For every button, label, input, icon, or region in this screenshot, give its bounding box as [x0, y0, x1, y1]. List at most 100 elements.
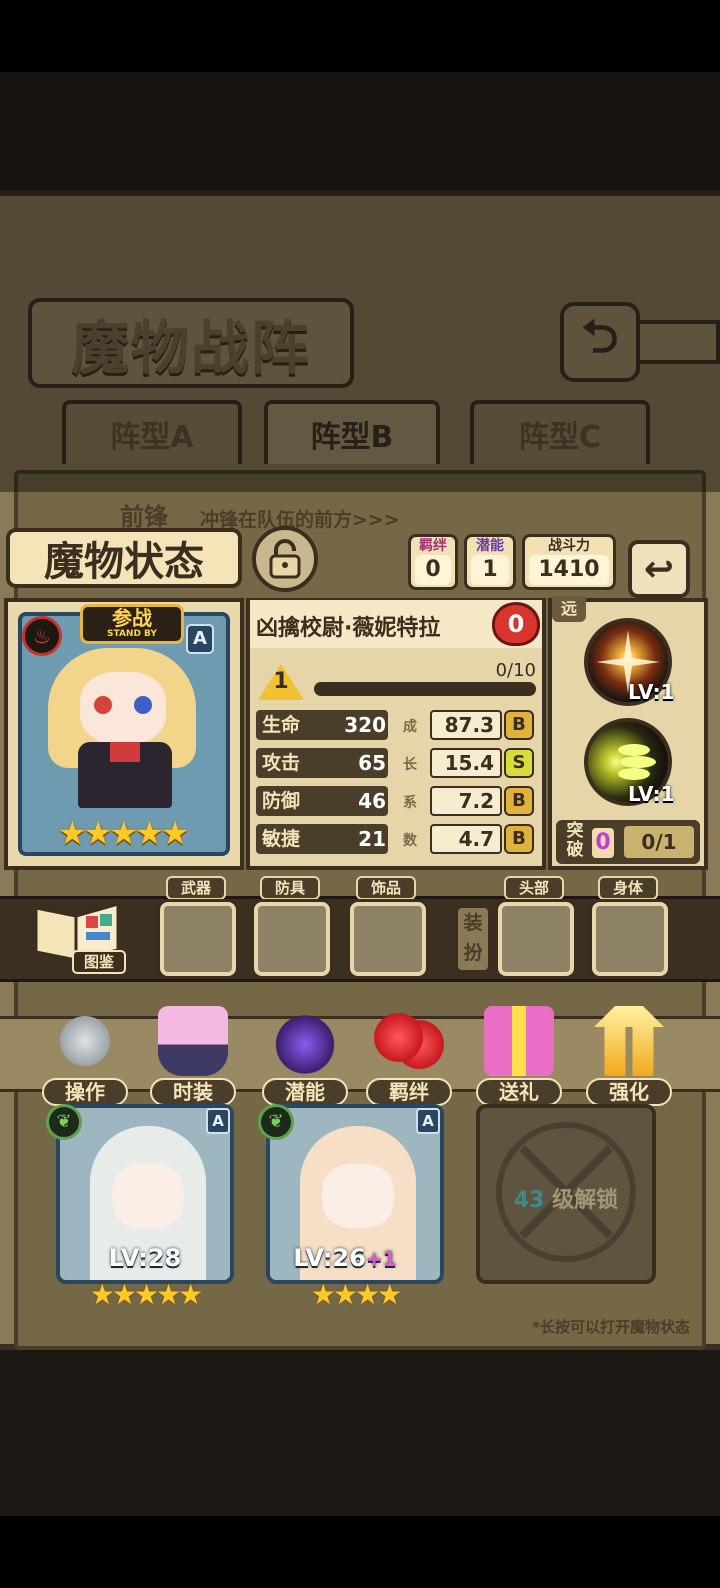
character-name: 凶擒校尉·薇妮特拉 — [256, 616, 441, 641]
enhance-label: 强化 — [586, 1078, 672, 1106]
demon-icon — [270, 1006, 340, 1076]
character-eye-right — [134, 696, 152, 714]
row-title: 前锋 — [120, 503, 168, 531]
upgrade-arrows-icon — [594, 1006, 664, 1076]
stat-value: 21 — [358, 827, 386, 851]
bond-action-label: 羁绊 — [366, 1078, 452, 1106]
character-face — [80, 672, 166, 744]
growth-grade: B — [504, 824, 534, 854]
gift-icon — [484, 1006, 554, 1076]
body-slot-label: 身体 — [598, 876, 658, 900]
rank-badge: A — [186, 624, 214, 654]
breakthrough-label: 突破 — [566, 821, 584, 860]
skill-2-level: LV:1 — [628, 782, 675, 806]
weapon-slot-label: 武器 — [166, 876, 226, 900]
growth-value: 4.7 — [430, 824, 502, 854]
armor-slot-label: 防具 — [260, 876, 320, 900]
body-slot[interactable] — [592, 902, 668, 976]
standby-badge-sub: STAND BY — [107, 629, 157, 639]
growth-label-char: 成 — [403, 719, 417, 735]
power-label: 战斗力 — [548, 538, 590, 554]
heart-badge[interactable]: 0 — [492, 602, 540, 646]
return-arrow-icon: ↩ — [643, 548, 675, 590]
roster-1-stars: ★★★★★ — [89, 1278, 204, 1311]
roster-2-face — [322, 1164, 394, 1228]
operate-button[interactable]: 操作 — [38, 1000, 132, 1106]
leaf-element-icon: ❦ — [258, 1104, 294, 1140]
weapon-slot[interactable] — [160, 902, 236, 976]
growth-grade: B — [504, 710, 534, 740]
roster-2-level: LV:26 — [293, 1244, 366, 1272]
star-rating: ★★★★★ — [58, 814, 189, 852]
roster-2-stars: ★★★★ — [310, 1278, 402, 1311]
roster-1-rank: A — [206, 1108, 230, 1134]
stat-value: 65 — [358, 751, 386, 775]
dress-label: 装扮 — [456, 906, 490, 972]
growth-label-char: 系 — [403, 795, 417, 811]
fashion-label: 时装 — [150, 1078, 236, 1106]
gear-icon — [50, 1006, 120, 1076]
character-bow — [110, 742, 140, 762]
growth-value: 15.4 — [430, 748, 502, 778]
locked-slot-text: 43 级解锁 — [506, 1182, 626, 1214]
enhance-button[interactable]: 强化 — [582, 1000, 676, 1106]
standby-badge: 参战 STAND BY — [80, 604, 184, 644]
character-eye-left — [94, 696, 112, 714]
status-title-banner: 魔物状态 — [6, 528, 242, 588]
growth-grade: S — [504, 748, 534, 778]
bond-value: 0 — [415, 555, 451, 585]
xp-bar — [314, 682, 536, 696]
skill-1-level: LV:1 — [628, 680, 675, 704]
gift-button[interactable]: 送礼 — [472, 1000, 566, 1106]
roster-1-level: LV:28 — [108, 1244, 182, 1272]
unlock-level: 43 — [513, 1188, 545, 1213]
status-title: 魔物状态 — [44, 538, 204, 585]
potential-button[interactable]: 潜能 — [258, 1000, 352, 1106]
bond-button[interactable]: 羁绊 — [362, 1000, 456, 1106]
growth-value: 87.3 — [430, 710, 502, 740]
roster-2-level-row: LV:26+1 — [256, 1244, 434, 1272]
lock-button[interactable] — [252, 526, 318, 592]
status-return-button[interactable]: ↩ — [628, 540, 690, 598]
fashion-button[interactable]: 时装 — [146, 1000, 240, 1106]
growth-label-char: 数 — [403, 833, 417, 849]
codex-label: 图鉴 — [72, 950, 126, 974]
potential-label: 潜能 — [476, 538, 504, 554]
stat-value: 320 — [344, 713, 386, 737]
long-press-hint: *长按可以打开魔物状态 — [532, 1318, 690, 1336]
growth-label-char: 长 — [403, 757, 417, 773]
breakthrough-value: 0 — [592, 828, 614, 858]
hearts-icon — [374, 1006, 444, 1076]
standby-badge-main: 参战 — [112, 606, 152, 630]
operate-label: 操作 — [42, 1078, 128, 1106]
game-screen: 魔物战阵 ⮌ 阵型A 阵型B 阵型C 前锋 冲锋在队伍的前方>>> 魔物状态 羁… — [0, 0, 720, 1588]
power-value: 1410 — [529, 555, 609, 585]
range-badge: 远 — [552, 596, 586, 622]
accessory-slot-label: 饰品 — [356, 876, 416, 900]
potential-action-label: 潜能 — [262, 1078, 348, 1106]
roster-2-plus: +1 — [365, 1247, 397, 1271]
growth-value: 7.2 — [430, 786, 502, 816]
overlay-dim-top — [0, 72, 720, 492]
head-slot[interactable] — [498, 902, 574, 976]
head-slot-label: 头部 — [504, 876, 564, 900]
fire-element-icon: ♨ — [22, 616, 62, 656]
outfit-icon — [158, 1006, 228, 1076]
potential-counter: 潜能 1 — [464, 534, 516, 590]
potential-value: 1 — [471, 555, 509, 585]
breakthrough-progress: 0/1 — [624, 826, 694, 858]
unlock-label: 级解锁 — [552, 1188, 619, 1213]
gift-label: 送礼 — [476, 1078, 562, 1106]
padlock-icon — [269, 539, 301, 579]
armor-slot[interactable] — [254, 902, 330, 976]
bond-label: 羁绊 — [419, 538, 447, 554]
roster-2-rank: A — [416, 1108, 440, 1134]
power-counter: 战斗力 1410 — [522, 534, 616, 590]
xp-text: 0/10 — [495, 660, 536, 681]
leaf-element-icon: ❦ — [46, 1104, 82, 1140]
accessory-slot[interactable] — [350, 902, 426, 976]
stat-value: 46 — [358, 789, 386, 813]
roster-1-face — [112, 1164, 184, 1228]
bond-counter: 羁绊 0 — [408, 534, 458, 590]
growth-grade: B — [504, 786, 534, 816]
